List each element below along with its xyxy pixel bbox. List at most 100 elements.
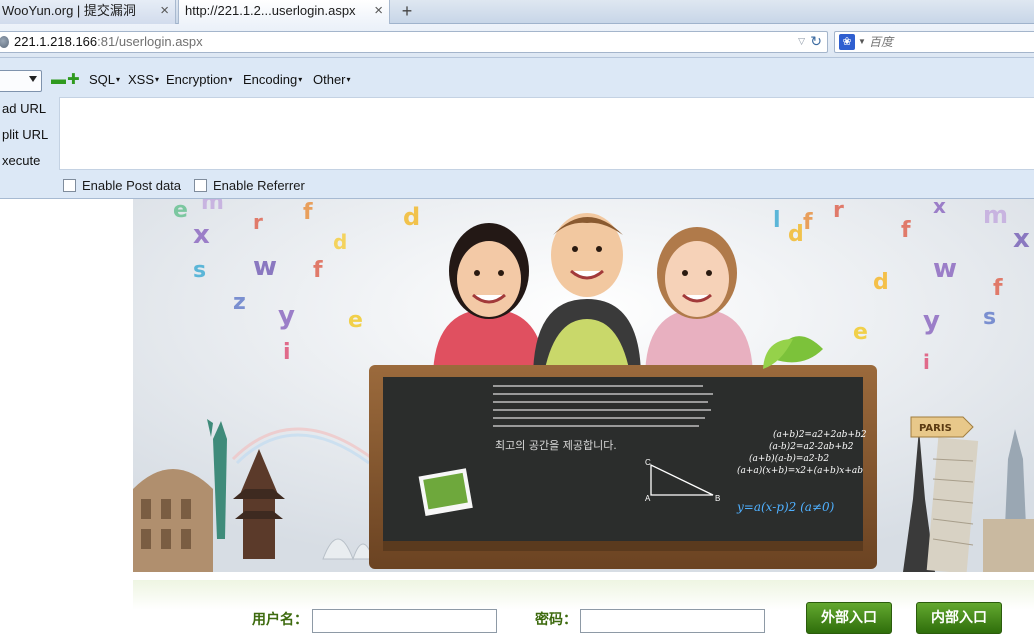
formula-4: (a+a)(x+b)=x2+(a+b)x+ab [737, 465, 863, 476]
caret-icon: ▾ [228, 75, 233, 84]
execute-button[interactable]: xecute [2, 153, 40, 169]
svg-text:d: d [873, 270, 889, 295]
caret-icon: ▾ [155, 75, 160, 84]
enable-post-data-checkbox[interactable]: Enable Post data [63, 178, 181, 194]
svg-text:d: d [403, 203, 420, 231]
menu-sql[interactable]: SQL▾ [89, 72, 120, 88]
tab-label: WooYun.org | 提交漏洞 [2, 3, 136, 18]
triangle-label-a: A [645, 494, 651, 503]
hackbar-load-select[interactable] [0, 70, 42, 92]
chalkboard: 최고의 공간을 제공합니다. (a+b)2=a2+2ab+b2 (a-b)2=a… [369, 336, 877, 569]
svg-text:w: w [933, 254, 957, 284]
url-bar[interactable]: 221.1.218.166:81/userlogin.aspx ▽ ↻ [0, 31, 828, 53]
triangle-label-c: C [645, 458, 651, 467]
close-icon[interactable]: × [374, 0, 383, 22]
search-input[interactable] [869, 34, 1034, 50]
login-banner-image: e m x r f d s w f d z y e i l f r f x m … [133, 199, 1034, 572]
triangle-label-b: B [715, 494, 720, 503]
svg-text:y: y [278, 301, 295, 331]
external-login-button[interactable]: 外部入口 [806, 602, 892, 634]
menu-label: Encoding [243, 72, 298, 87]
password-input[interactable] [580, 609, 765, 633]
children-photo [423, 213, 753, 379]
menu-encoding[interactable]: Encoding▾ [243, 72, 302, 88]
tab-label: http://221.1.2...userlogin.aspx [185, 3, 356, 18]
svg-text:f: f [993, 276, 1003, 301]
svg-text:s: s [983, 305, 996, 330]
formula-blue: y=a(x-p)2 (a≠0) [736, 500, 835, 514]
svg-text:x: x [193, 220, 210, 250]
svg-text:m: m [201, 199, 224, 215]
svg-text:x: x [1013, 224, 1030, 254]
url-dropdown-icon[interactable]: ▽ [798, 36, 805, 47]
svg-text:l: l [773, 208, 781, 233]
username-input[interactable] [312, 609, 497, 633]
svg-text:r: r [253, 210, 263, 234]
reload-icon[interactable]: ↻ [810, 33, 822, 50]
hackbar-panel: ▬ ✚ SQL▾ XSS▾ Encryption▾ Encoding▾ Othe… [0, 58, 1034, 199]
svg-text:z: z [233, 290, 246, 315]
checkbox-box[interactable] [63, 179, 76, 192]
svg-text:m: m [983, 201, 1008, 229]
hackbar-url-textarea[interactable] [59, 97, 1034, 170]
tab-strip: WooYun.org | 提交漏洞 × http://221.1.2...use… [0, 0, 1034, 25]
svg-text:f: f [901, 218, 911, 243]
url-host: 221.1.218.166 [14, 34, 98, 49]
new-tab-button[interactable]: + [396, 0, 418, 24]
checkbox-label: Enable Post data [82, 178, 182, 193]
svg-text:e: e [348, 308, 363, 333]
increase-icon[interactable]: ✚ [67, 72, 80, 88]
caret-icon: ▾ [346, 75, 351, 84]
svg-text:r: r [833, 199, 844, 223]
load-url-button[interactable]: ad URL [2, 101, 46, 117]
svg-text:i: i [283, 340, 291, 365]
decrease-icon[interactable]: ▬ [51, 72, 66, 88]
menu-label: SQL [89, 72, 116, 87]
chalk-korean-text: 최고의 공간을 제공합니다. [495, 439, 617, 452]
caret-icon: ▾ [116, 75, 121, 84]
menu-other[interactable]: Other▾ [313, 72, 351, 88]
menu-label: Other [313, 72, 346, 87]
svg-text:e: e [853, 320, 868, 345]
svg-text:f: f [303, 200, 313, 225]
checkbox-label: Enable Referrer [213, 178, 305, 193]
chevron-down-icon[interactable]: ▼ [858, 37, 866, 46]
menu-encryption[interactable]: Encryption▾ [166, 72, 232, 88]
close-icon[interactable]: × [160, 0, 169, 22]
menu-label: Encryption [166, 72, 228, 87]
site-identity-icon[interactable] [0, 36, 9, 48]
svg-text:e: e [173, 199, 188, 223]
svg-text:s: s [193, 258, 206, 283]
search-bar[interactable]: ❀ ▼ [834, 31, 1034, 53]
paris-sign: PARIS [910, 416, 974, 438]
paris-sign-text: PARIS [919, 423, 952, 434]
tab-userlogin[interactable]: http://221.1.2...userlogin.aspx × [178, 0, 390, 25]
formula-1: (a+b)2=a2+2ab+b2 [773, 429, 867, 440]
menu-xss[interactable]: XSS▾ [128, 72, 159, 88]
enable-referrer-checkbox[interactable]: Enable Referrer [194, 178, 305, 194]
internal-login-button[interactable]: 内部入口 [916, 602, 1002, 634]
formula-2: (a-b)2=a2-2ab+b2 [769, 441, 854, 452]
svg-text:f: f [313, 258, 323, 283]
svg-text:w: w [253, 252, 277, 282]
formula-3: (a+b)(a-b)=a2-b2 [749, 453, 829, 464]
navigation-bar: 221.1.218.166:81/userlogin.aspx ▽ ↻ ❀ ▼ [0, 24, 1034, 58]
username-label: 用户名： [252, 612, 308, 628]
checkbox-box[interactable] [194, 179, 207, 192]
svg-text:y: y [923, 306, 940, 336]
svg-text:d: d [333, 230, 347, 254]
password-label: 密码： [535, 612, 577, 628]
svg-text:i: i [923, 350, 930, 374]
baidu-paw-icon[interactable]: ❀ [839, 34, 855, 50]
tab-wooyun[interactable]: WooYun.org | 提交漏洞 × [0, 0, 176, 24]
chevron-down-icon [29, 76, 37, 82]
banner-illustration: e m x r f d s w f d z y e i l f r f x m … [133, 199, 1034, 572]
split-url-button[interactable]: plit URL [2, 127, 48, 143]
svg-text:d: d [788, 222, 804, 247]
caret-icon: ▾ [298, 75, 303, 84]
url-text[interactable]: 221.1.218.166:81/userlogin.aspx [14, 34, 203, 50]
svg-text:x: x [933, 199, 946, 218]
menu-label: XSS [128, 72, 155, 87]
svg-text:f: f [803, 210, 813, 235]
url-path: :81/userlogin.aspx [97, 34, 203, 49]
